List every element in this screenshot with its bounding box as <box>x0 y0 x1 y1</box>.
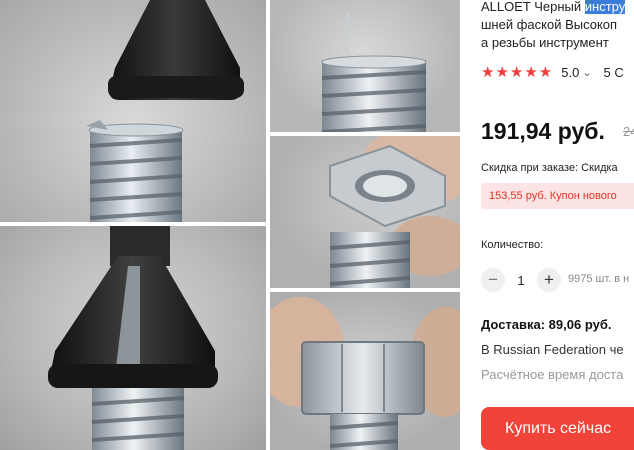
thumbnail-3[interactable] <box>270 292 460 450</box>
main-photo-top[interactable] <box>0 0 266 222</box>
title-line-1: ALLOET Черный <box>481 0 585 14</box>
thumbnail-1[interactable] <box>270 0 460 132</box>
shipping-estimated-time: Расчётное время доста <box>481 367 624 382</box>
quantity-decrease-button[interactable]: − <box>481 268 505 292</box>
main-photo-bottom[interactable] <box>0 226 266 450</box>
shipping-destination[interactable]: В Russian Federation че <box>481 342 624 357</box>
nut-on-thread-illustration <box>329 136 460 288</box>
current-price: 191,94 руб. <box>481 118 605 144</box>
chevron-down-icon[interactable]: ⌄ <box>582 66 591 79</box>
thumbnail-2[interactable] <box>270 136 460 288</box>
bolt-thread-illustration <box>321 12 427 132</box>
rating-row: ★★★★★ 5.0 ⌄ 5 C <box>481 63 624 81</box>
buy-now-button[interactable]: Купить сейчас <box>481 407 634 450</box>
stock-count: 9975 шт. в н <box>568 273 630 285</box>
rating-stars-icon: ★★★★★ <box>481 64 554 81</box>
quantity-increase-button[interactable]: + <box>537 268 561 292</box>
rating-value[interactable]: 5.0 <box>561 65 579 80</box>
shipping-cost: Доставка: 89,06 руб. <box>481 317 611 332</box>
deburring-tool-top-illustration <box>86 0 244 222</box>
orders-count: 5 C <box>603 64 624 80</box>
product-gallery <box>0 0 462 450</box>
shipping-cost-label: Доставка: 89,06 руб. <box>481 317 612 332</box>
title-line-3: а резьбы инструмент <box>481 35 609 50</box>
product-info-panel: ALLOET Черный инстру шней фаской Высокоп… <box>470 0 634 450</box>
nut-screwed-illustration <box>270 297 460 450</box>
title-selected-text: инстру <box>584 0 626 14</box>
product-title: ALLOET Черный инстру шней фаской Высокоп… <box>481 0 634 52</box>
quantity-input[interactable] <box>508 268 534 292</box>
deburring-tool-bottom-illustration <box>48 226 218 450</box>
new-user-coupon-badge[interactable]: 153,55 руб. Купон нового <box>481 183 634 209</box>
old-price: 24 <box>623 124 634 139</box>
quantity-label: Количество: <box>481 239 544 251</box>
title-line-2: шней фаской Высокоп <box>481 17 618 32</box>
order-discount-text: Скидка при заказе: Скидка <box>481 162 618 174</box>
